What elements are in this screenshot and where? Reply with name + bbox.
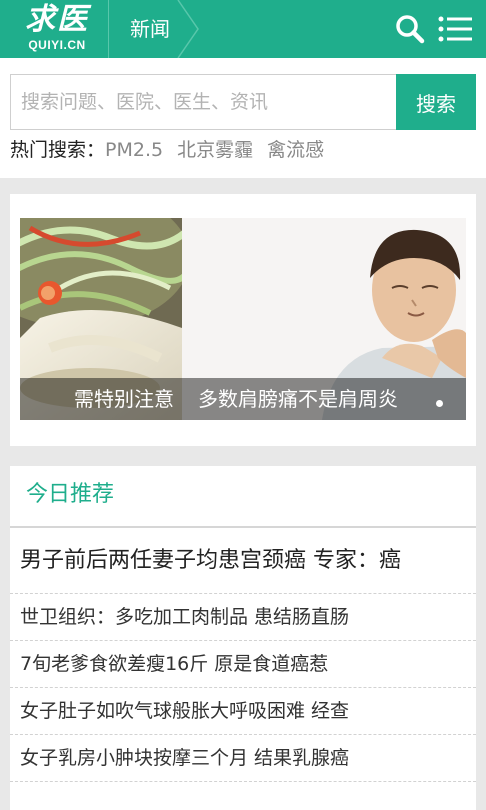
- hot-search-term[interactable]: 北京雾霾: [177, 139, 253, 161]
- carousel-caption: 多数肩膀痛不是肩周炎: [182, 378, 466, 420]
- search-icon[interactable]: [395, 14, 425, 44]
- menu-icon[interactable]: [438, 15, 472, 43]
- list-item[interactable]: 女子肚子如吹气球般胀大呼吸困难 经查: [10, 688, 476, 735]
- hot-search-term[interactable]: 禽流感: [267, 139, 324, 161]
- hot-search-label: 热门搜索：: [10, 139, 106, 161]
- news-carousel: 需特别注意 多数肩膀痛不是肩周炎: [10, 194, 476, 446]
- carousel-caption: 需特别注意: [20, 378, 182, 420]
- logo-english-text: QUIYI.CN: [28, 38, 86, 52]
- app-header: 求医 QUIYI.CN 新闻: [0, 0, 486, 58]
- recommend-list: 男子前后两任妻子均患宫颈癌 专家：癌 世卫组织：多吃加工肉制品 患结肠直肠 7旬…: [10, 528, 476, 782]
- logo-chinese-text: 求医: [25, 2, 89, 37]
- search-button[interactable]: 搜索: [396, 74, 476, 130]
- header-divider: [108, 0, 109, 58]
- carousel-indicator-dot[interactable]: [436, 400, 443, 407]
- section-title[interactable]: 新闻: [130, 14, 170, 44]
- chevron-right-icon: [177, 0, 199, 58]
- hot-search-term[interactable]: PM2.5: [105, 139, 163, 161]
- list-item[interactable]: 女子乳房小肿块按摩三个月 结果乳腺癌: [10, 735, 476, 782]
- recommend-section: 今日推荐 男子前后两任妻子均患宫颈癌 专家：癌 世卫组织：多吃加工肉制品 患结肠…: [10, 466, 476, 810]
- list-item[interactable]: 世卫组织：多吃加工肉制品 患结肠直肠: [10, 594, 476, 641]
- headline-article[interactable]: 男子前后两任妻子均患宫颈癌 专家：癌: [10, 528, 476, 594]
- carousel-slide[interactable]: 多数肩膀痛不是肩周炎: [182, 218, 466, 420]
- section-heading: 今日推荐: [26, 482, 115, 507]
- search-input[interactable]: [10, 74, 396, 130]
- search-panel: 搜索 热门搜索：PM2.5 北京雾霾禽流感: [0, 58, 486, 178]
- list-item[interactable]: 7旬老爹食欲差瘦16斤 原是食道癌惹: [10, 641, 476, 688]
- hot-search-row: 热门搜索：PM2.5 北京雾霾 禽流感: [10, 136, 338, 164]
- site-logo[interactable]: 求医 QUIYI.CN: [14, 2, 100, 56]
- carousel-slide[interactable]: 需特别注意: [20, 218, 182, 420]
